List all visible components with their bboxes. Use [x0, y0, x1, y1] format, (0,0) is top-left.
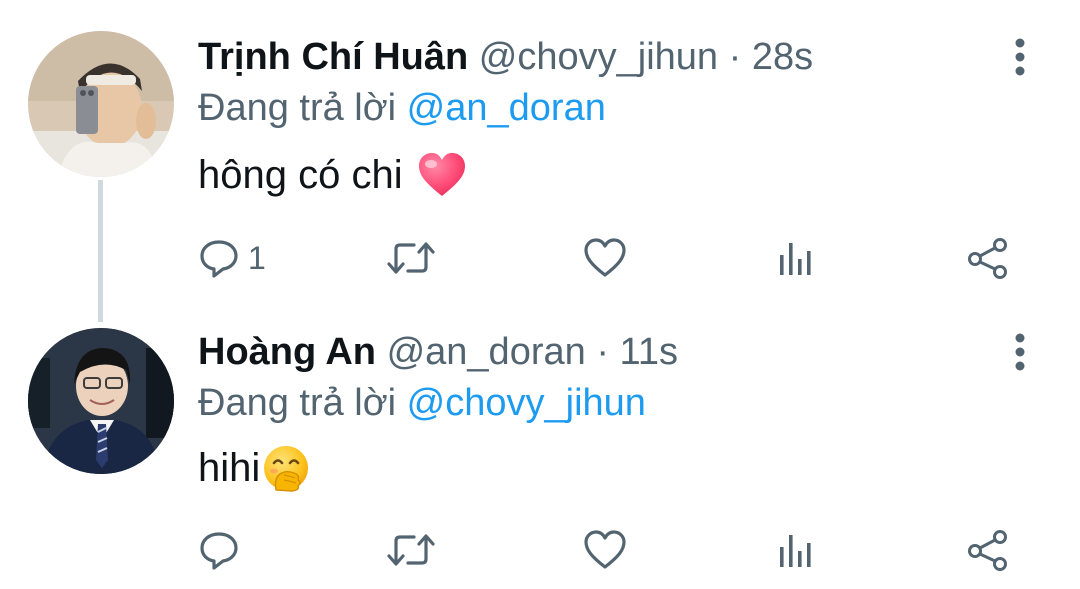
tweet-text-content: hông có chi — [198, 153, 403, 197]
reply-icon — [198, 529, 240, 571]
views-button[interactable] — [774, 525, 816, 575]
tweet-text-content: hihi — [198, 446, 261, 490]
display-name[interactable]: Hoàng An — [198, 331, 376, 373]
replying-to-label: Đang trả lời — [198, 382, 397, 424]
replying-to: Đang trả lời @an_doran — [198, 84, 606, 132]
share-icon — [965, 529, 1011, 571]
action-bar — [0, 525, 1080, 575]
separator-dot: · — [596, 331, 609, 373]
more-options-icon[interactable] — [1004, 330, 1036, 374]
avatar[interactable] — [28, 31, 174, 177]
tweet-header: Trịnh Chí Huân @chovy_jihun · 28s — [198, 33, 813, 81]
reply-count: 1 — [248, 239, 266, 276]
timestamp[interactable]: 11s — [620, 331, 678, 373]
red-heart-icon — [417, 152, 467, 198]
views-button[interactable] — [774, 233, 816, 283]
like-button[interactable] — [582, 525, 628, 575]
display-name[interactable]: Trịnh Chí Huân — [198, 36, 468, 78]
share-button[interactable] — [965, 525, 1011, 575]
handle[interactable]: @an_doran — [387, 331, 586, 373]
like-icon — [582, 529, 628, 571]
retweet-button[interactable] — [386, 233, 436, 283]
views-icon — [774, 237, 816, 279]
tweet[interactable]: Hoàng An @an_doran · 11s Đang trả lời @c… — [0, 300, 1080, 589]
mention-link[interactable]: @an_doran — [407, 87, 606, 129]
reply-icon — [198, 237, 240, 279]
share-button[interactable] — [965, 233, 1011, 283]
avatar[interactable] — [28, 328, 174, 474]
retweet-button[interactable] — [386, 525, 436, 575]
views-icon — [774, 529, 816, 571]
retweet-icon — [386, 529, 436, 571]
face-with-hand-over-mouth-icon — [262, 444, 310, 492]
timestamp[interactable]: 28s — [752, 36, 813, 78]
tweet-text: hihi — [198, 440, 310, 496]
replying-to: Đang trả lời @chovy_jihun — [198, 379, 646, 427]
share-icon — [965, 237, 1011, 279]
reply-button[interactable]: 1 — [198, 233, 266, 283]
retweet-icon — [386, 237, 436, 279]
replying-to-label: Đang trả lời — [198, 87, 397, 129]
like-button[interactable] — [582, 233, 628, 283]
action-bar: 1 — [0, 233, 1080, 283]
reply-button[interactable] — [198, 525, 248, 575]
tweet-header: Hoàng An @an_doran · 11s — [198, 328, 678, 376]
more-options-icon[interactable] — [1004, 35, 1036, 79]
tweet-text: hông có chi — [198, 147, 467, 203]
like-icon — [582, 237, 628, 279]
handle[interactable]: @chovy_jihun — [479, 36, 718, 78]
separator-dot: · — [728, 36, 742, 78]
mention-link[interactable]: @chovy_jihun — [407, 382, 646, 424]
tweet[interactable]: Trịnh Chí Huân @chovy_jihun · 28s Đang t… — [0, 0, 1080, 322]
